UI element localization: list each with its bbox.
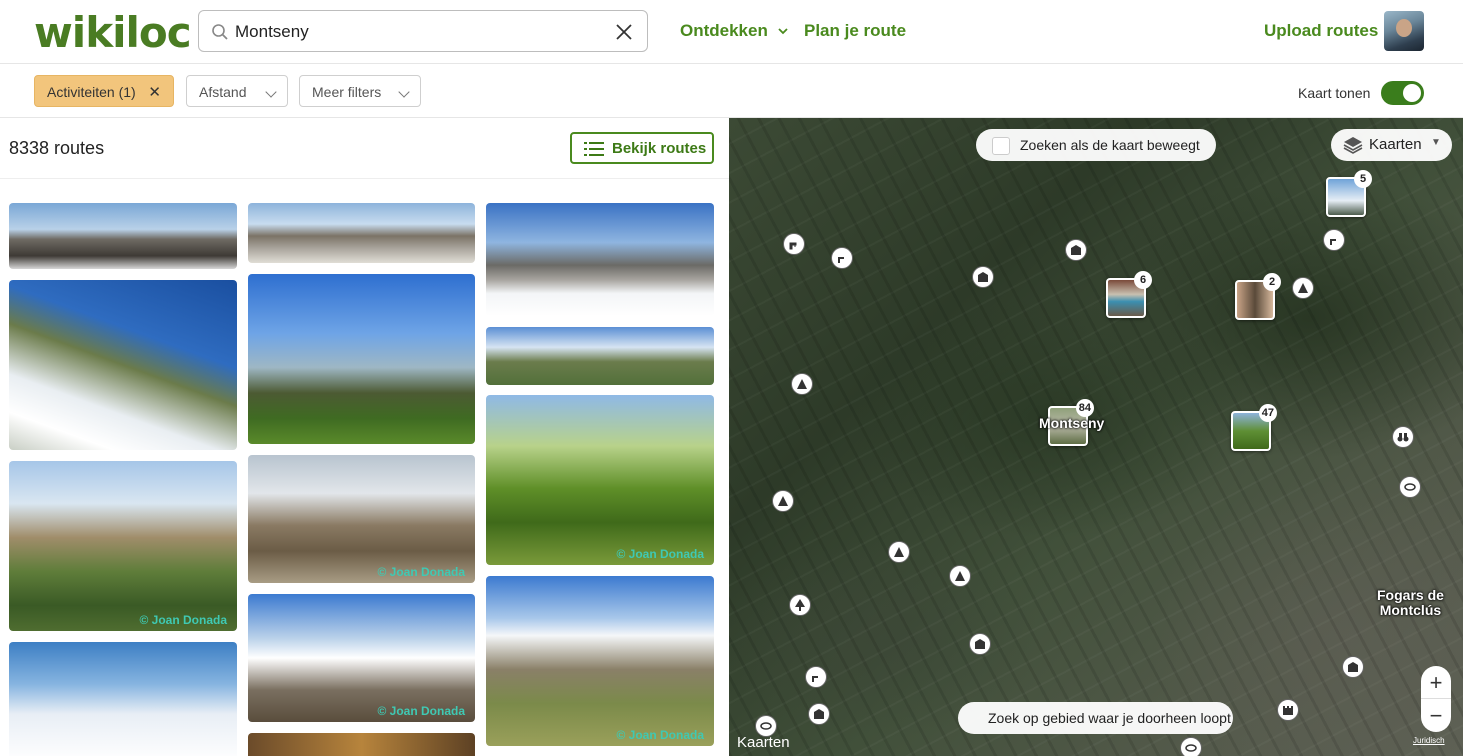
route-photo[interactable] — [9, 642, 237, 756]
route-cluster[interactable]: 6 — [1106, 271, 1152, 318]
place-label-fogars: Fogars de Montclús — [1377, 587, 1444, 618]
nav-discover-label: Ontdekken — [680, 21, 768, 40]
top-bar: wikiloc Ontdekken Plan je route Upload r… — [0, 0, 1463, 64]
nav-upload-routes[interactable]: Upload routes — [1264, 21, 1378, 41]
view-routes-label: Bekijk routes — [612, 140, 707, 157]
chevron-down-icon — [265, 86, 277, 98]
tree-pin-icon[interactable] — [789, 594, 811, 616]
route-results-panel: 8338 routes Bekijk routes © Joan Donada … — [0, 118, 729, 756]
zoom-out-button[interactable]: − — [1421, 699, 1451, 732]
photo-credit: © Joan Donada — [139, 613, 227, 627]
route-photo[interactable] — [248, 274, 475, 444]
summit-pin-icon[interactable] — [1292, 277, 1314, 299]
route-cluster[interactable]: 5 — [1326, 170, 1372, 217]
shelter-pin-icon[interactable] — [972, 266, 994, 288]
search-area-label: Zoek op gebied waar je doorheen loopt — [988, 710, 1231, 726]
map-attribution-label: Kaarten — [737, 734, 790, 751]
nav-plan-route[interactable]: Plan je route — [804, 21, 906, 41]
fountain-pin-icon[interactable] — [805, 666, 827, 688]
photo-credit: © Joan Donada — [616, 547, 704, 561]
search-icon — [212, 24, 228, 40]
route-photo[interactable]: © Joan Donada — [9, 461, 237, 631]
map-toggle-label: Kaart tonen — [1298, 85, 1371, 101]
cluster-count: 47 — [1258, 404, 1277, 422]
map-view[interactable]: Zoeken als de kaart beweegt Kaarten ▼ 5 … — [729, 118, 1463, 756]
more-filters-label: Meer filters — [312, 84, 382, 100]
photo-credit: © Joan Donada — [377, 565, 465, 579]
route-photo[interactable] — [486, 327, 714, 385]
fountain-pin-icon[interactable] — [783, 233, 805, 255]
photo-credit: © Joan Donada — [616, 728, 704, 742]
search-input[interactable] — [235, 19, 595, 45]
viewpoint-pin-icon[interactable] — [1180, 737, 1202, 756]
chevron-down-icon — [777, 28, 788, 35]
distance-filter-dropdown[interactable]: Afstand — [186, 75, 288, 107]
shelter-pin-icon[interactable] — [1342, 656, 1364, 678]
distance-filter-label: Afstand — [199, 84, 247, 100]
activities-filter-chip[interactable]: Activiteiten (1) ✕ — [34, 75, 174, 107]
shelter-pin-icon[interactable] — [808, 703, 830, 725]
close-icon[interactable] — [615, 23, 633, 41]
activities-filter-label: Activiteiten (1) — [47, 84, 136, 100]
wikiloc-logo[interactable]: wikiloc — [34, 8, 192, 57]
list-icon — [584, 142, 604, 156]
summit-pin-icon[interactable] — [772, 490, 794, 512]
results-header: 8338 routes Bekijk routes — [0, 118, 729, 179]
map-layers-label: Kaarten — [1369, 136, 1422, 153]
zoom-in-button[interactable]: + — [1421, 666, 1451, 699]
search-box[interactable] — [198, 10, 648, 52]
shelter-pin-icon[interactable] — [1065, 239, 1087, 261]
avatar[interactable] — [1384, 11, 1424, 51]
route-photo[interactable]: © Joan Donada — [486, 395, 714, 565]
route-photo[interactable]: © Joan Donada — [248, 594, 475, 722]
route-cluster[interactable]: 47 — [1231, 404, 1277, 451]
chevron-down-icon — [398, 86, 410, 98]
search-as-map-moves-checkbox[interactable] — [992, 137, 1010, 155]
photo-credit: © Joan Donada — [377, 704, 465, 718]
route-count: 8338 routes — [9, 138, 105, 158]
search-area-button[interactable]: Zoek op gebied waar je doorheen loopt — [958, 702, 1233, 734]
cluster-count: 6 — [1134, 271, 1152, 289]
summit-pin-icon[interactable] — [791, 373, 813, 395]
map-toggle[interactable] — [1381, 81, 1424, 105]
cluster-count: 2 — [1263, 273, 1281, 291]
close-icon[interactable]: ✕ — [148, 83, 161, 101]
place-label-montseny: Montseny — [1039, 415, 1105, 431]
shelter-pin-icon[interactable] — [969, 633, 991, 655]
filter-bar: Activiteiten (1) ✕ Afstand Meer filters … — [0, 65, 1463, 118]
legal-link[interactable]: Juridisch — [1413, 736, 1445, 745]
route-photo[interactable] — [248, 203, 475, 263]
summit-pin-icon[interactable] — [888, 541, 910, 563]
binoculars-pin-icon[interactable] — [1392, 426, 1414, 448]
fountain-pin-icon[interactable] — [1323, 229, 1345, 251]
route-photo[interactable] — [9, 203, 237, 269]
caret-down-icon: ▼ — [1431, 137, 1441, 148]
search-as-map-moves-label: Zoeken als de kaart beweegt — [1020, 137, 1200, 153]
route-photo[interactable] — [248, 733, 475, 756]
map-attribution: Kaarten — [737, 734, 790, 751]
route-photo[interactable]: © Joan Donada — [486, 576, 714, 746]
nav-discover[interactable]: Ontdekken — [680, 21, 789, 41]
map-layers-button[interactable]: Kaarten ▼ — [1331, 129, 1452, 161]
route-photo[interactable] — [486, 203, 714, 316]
castle-pin-icon[interactable] — [1277, 699, 1299, 721]
route-photo[interactable]: © Joan Donada — [248, 455, 475, 583]
search-as-map-moves-toggle[interactable]: Zoeken als de kaart beweegt — [976, 129, 1216, 161]
more-filters-dropdown[interactable]: Meer filters — [299, 75, 421, 107]
fountain-pin-icon[interactable] — [831, 247, 853, 269]
view-routes-button[interactable]: Bekijk routes — [570, 132, 714, 164]
viewpoint-pin-icon[interactable] — [1399, 476, 1421, 498]
route-photo[interactable] — [9, 280, 237, 450]
summit-pin-icon[interactable] — [949, 565, 971, 587]
route-cluster[interactable]: 2 — [1235, 273, 1281, 320]
cluster-count: 5 — [1354, 170, 1372, 188]
layers-icon — [1343, 137, 1363, 154]
zoom-control: + − — [1421, 666, 1451, 732]
